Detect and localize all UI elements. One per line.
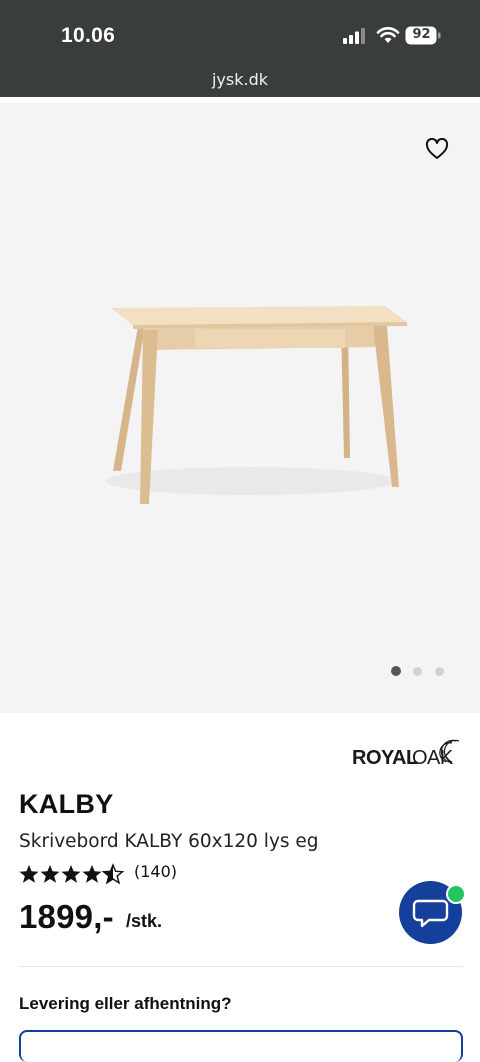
product-price: 1899,- <box>19 898 114 935</box>
price-unit: /stk. <box>126 911 163 931</box>
heart-icon[interactable] <box>425 138 449 160</box>
svg-text:ROYAL: ROYAL <box>352 747 418 767</box>
pagination-dot-1[interactable] <box>391 666 401 676</box>
rating-count[interactable]: (140) <box>134 862 177 881</box>
desk-image <box>105 306 407 504</box>
pagination-dot-2[interactable] <box>413 667 422 676</box>
url-bar[interactable]: jysk.dk <box>0 70 480 89</box>
star-icon <box>19 865 39 883</box>
rating-stars[interactable] <box>19 863 129 885</box>
online-status-dot <box>446 884 466 904</box>
section-divider <box>19 966 462 967</box>
star-icon <box>82 865 102 883</box>
star-icon <box>40 865 60 883</box>
product-subtitle: Skrivebord KALBY 60x120 lys eg <box>19 831 319 852</box>
status-bar: 10.06 92 jysk.dk <box>0 0 480 97</box>
battery-level: 92 <box>412 27 431 42</box>
gallery-pagination[interactable] <box>391 666 451 678</box>
pagination-dot-3[interactable] <box>435 667 444 676</box>
product-title: KALBY <box>19 789 114 819</box>
star-icon <box>61 865 81 883</box>
delivery-heading: Levering eller afhentning? <box>19 994 232 1013</box>
delivery-option-box[interactable] <box>19 1030 463 1062</box>
svg-text:OAK: OAK <box>412 747 454 767</box>
status-time: 10.06 <box>61 24 116 47</box>
royal-oak-logo: ROYAL OAK <box>352 739 460 767</box>
signal-icon <box>343 28 365 44</box>
wifi-icon <box>376 27 400 43</box>
